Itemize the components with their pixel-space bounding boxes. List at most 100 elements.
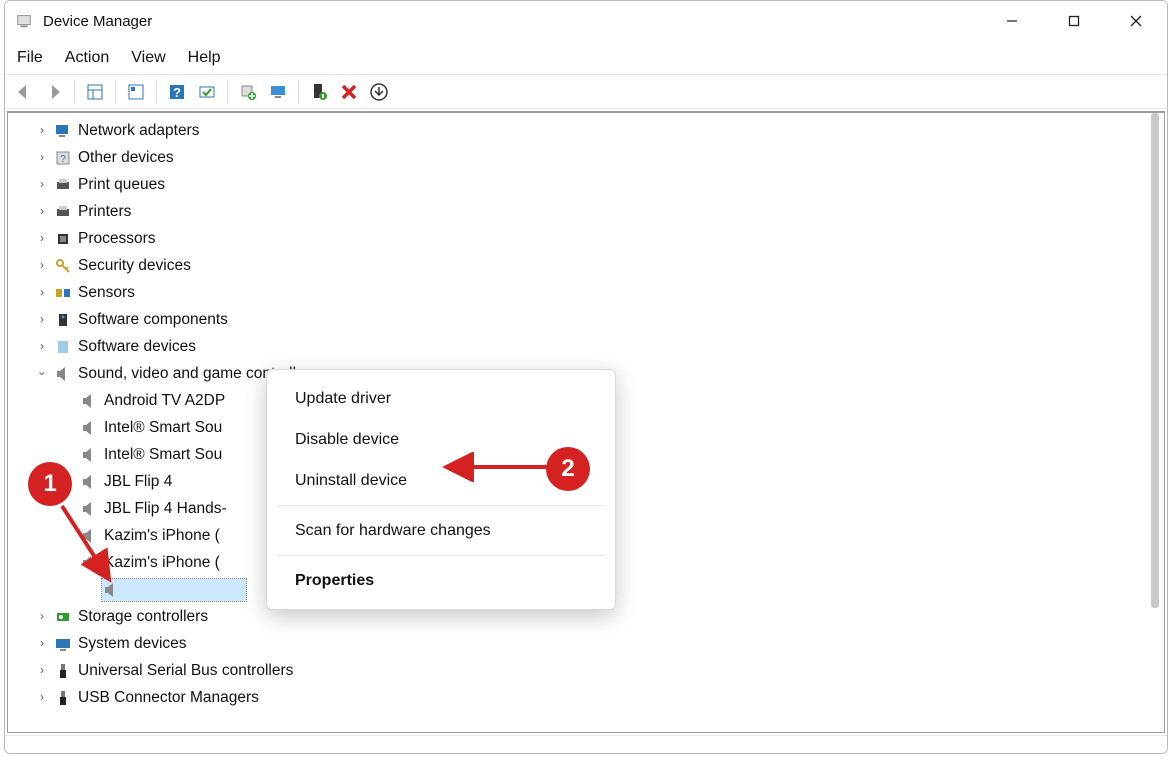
- printer-icon: [54, 203, 72, 221]
- tree-item-other-devices[interactable]: ›? Other devices: [8, 144, 1164, 171]
- chevron-right-icon[interactable]: ›: [30, 198, 54, 225]
- chevron-right-icon[interactable]: ›: [30, 603, 54, 630]
- back-button[interactable]: [11, 79, 37, 105]
- ctx-properties[interactable]: Properties: [267, 560, 615, 601]
- chevron-right-icon[interactable]: ›: [30, 279, 54, 306]
- speaker-icon: [80, 446, 98, 464]
- tree-label: Printers: [78, 198, 131, 225]
- tree-label: Network adapters: [78, 117, 199, 144]
- show-hide-tree-button[interactable]: [82, 79, 108, 105]
- cpu-icon: [54, 230, 72, 248]
- tree-label: Processors: [78, 225, 156, 252]
- monitor-button[interactable]: [265, 79, 291, 105]
- chevron-right-icon[interactable]: ›: [30, 252, 54, 279]
- ctx-update-driver[interactable]: Update driver: [267, 378, 615, 419]
- tree-label: Sensors: [78, 279, 135, 306]
- speaker-icon: [54, 365, 72, 383]
- menubar: File Action View Help: [5, 41, 1167, 75]
- software-device-icon: [54, 338, 72, 356]
- network-icon: [54, 122, 72, 140]
- tree-item-software-components[interactable]: › Software components: [8, 306, 1164, 333]
- chevron-down-icon[interactable]: ›: [29, 362, 56, 386]
- tree-label: Print queues: [78, 171, 165, 198]
- forward-button[interactable]: [41, 79, 67, 105]
- scan-hardware-button[interactable]: [194, 79, 220, 105]
- tree-item-network-adapters[interactable]: › Network adapters: [8, 117, 1164, 144]
- toolbar: ?: [5, 75, 1167, 109]
- tree-item-processors[interactable]: › Processors: [8, 225, 1164, 252]
- titlebar: Device Manager: [5, 1, 1167, 41]
- minimize-button[interactable]: [981, 1, 1043, 41]
- unknown-device-icon: ?: [54, 149, 72, 167]
- window-title: Device Manager: [43, 13, 152, 30]
- chevron-right-icon[interactable]: ›: [30, 333, 54, 360]
- usb-icon: [54, 662, 72, 680]
- disable-device-button[interactable]: [336, 79, 362, 105]
- chevron-right-icon[interactable]: ›: [30, 117, 54, 144]
- tree-label: Security devices: [78, 252, 191, 279]
- update-driver-button[interactable]: [235, 79, 261, 105]
- chevron-right-icon[interactable]: ›: [30, 144, 54, 171]
- tree-item-security-devices[interactable]: › Security devices: [8, 252, 1164, 279]
- toolbar-separator: [227, 80, 228, 104]
- menu-help[interactable]: Help: [188, 49, 221, 67]
- toolbar-separator: [298, 80, 299, 104]
- ctx-scan-hardware[interactable]: Scan for hardware changes: [267, 510, 615, 551]
- annotation-badge-2: 2: [546, 447, 590, 491]
- window-controls: [981, 1, 1167, 41]
- tree-item-usb-controllers[interactable]: ›Universal Serial Bus controllers: [8, 657, 1164, 684]
- tree-item-usb-connector-managers[interactable]: › USB Connector Managers: [8, 684, 1164, 711]
- printer-icon: [54, 176, 72, 194]
- computer-icon: [54, 635, 72, 653]
- sensor-icon: [54, 284, 72, 302]
- tree-label: JBL Flip 4 Hands-: [104, 495, 227, 522]
- uninstall-device-button[interactable]: [366, 79, 392, 105]
- svg-text:?: ?: [60, 154, 66, 165]
- enable-device-button[interactable]: [306, 79, 332, 105]
- toolbar-separator: [115, 80, 116, 104]
- annotation-arrow-2: [442, 452, 562, 482]
- chevron-right-icon[interactable]: ›: [30, 225, 54, 252]
- status-bar: [5, 735, 1167, 753]
- content-pane: › Network adapters ›? Other devices › Print…: [7, 111, 1165, 733]
- tree-label: Other devices: [78, 144, 174, 171]
- tree-label: Android TV A2DP: [104, 387, 225, 414]
- annotation-arrow-1: [52, 498, 122, 588]
- menu-file[interactable]: File: [17, 49, 43, 67]
- speaker-icon: [80, 419, 98, 437]
- usb-icon: [54, 689, 72, 707]
- chevron-right-icon[interactable]: ›: [30, 657, 54, 684]
- toolbar-separator: [156, 80, 157, 104]
- tree-label: Software components: [78, 306, 228, 333]
- tree-label: JBL Flip 4: [104, 468, 172, 495]
- close-button[interactable]: [1105, 1, 1167, 41]
- tree-item-system-devices[interactable]: ›System devices: [8, 630, 1164, 657]
- storage-icon: [54, 608, 72, 626]
- chevron-right-icon[interactable]: ›: [30, 171, 54, 198]
- properties-button[interactable]: [123, 79, 149, 105]
- vertical-scrollbar[interactable]: [1142, 113, 1162, 732]
- tree-item-software-devices[interactable]: › Software devices: [8, 333, 1164, 360]
- chevron-right-icon[interactable]: ›: [30, 630, 54, 657]
- help-button[interactable]: ?: [164, 79, 190, 105]
- tree-item-sensors[interactable]: › Sensors: [8, 279, 1164, 306]
- tree-label: Software devices: [78, 333, 196, 360]
- maximize-button[interactable]: [1043, 1, 1105, 41]
- tree-item-print-queues[interactable]: › Print queues: [8, 171, 1164, 198]
- chevron-right-icon[interactable]: ›: [30, 684, 54, 711]
- tree-label: USB Connector Managers: [78, 684, 259, 711]
- device-tree[interactable]: › Network adapters ›? Other devices › Print…: [8, 113, 1164, 711]
- speaker-icon: [80, 392, 98, 410]
- menu-view[interactable]: View: [131, 49, 165, 67]
- scrollbar-thumb[interactable]: [1151, 113, 1159, 608]
- tree-label: Intel® Smart Sou: [104, 414, 222, 441]
- menu-action[interactable]: Action: [65, 49, 109, 67]
- component-icon: [54, 311, 72, 329]
- tree-label: Intel® Smart Sou: [104, 441, 222, 468]
- device-manager-window: Device Manager File Action View Help ?: [4, 0, 1168, 754]
- chevron-right-icon[interactable]: ›: [30, 306, 54, 333]
- key-icon: [54, 257, 72, 275]
- ctx-separator: [277, 555, 605, 556]
- toolbar-separator: [74, 80, 75, 104]
- tree-item-printers[interactable]: › Printers: [8, 198, 1164, 225]
